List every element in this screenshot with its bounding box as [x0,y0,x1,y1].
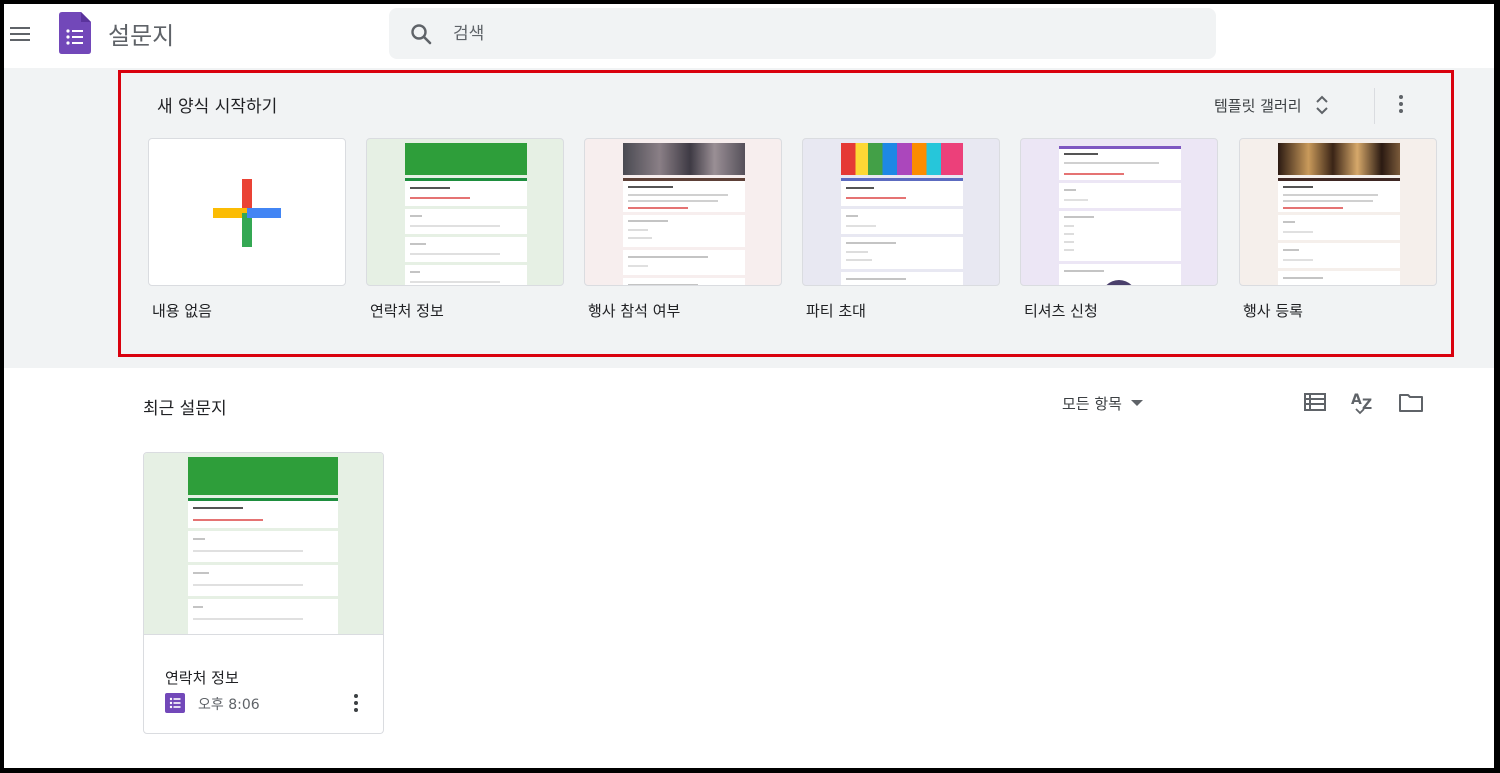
dropdown-arrow-icon [1130,400,1143,406]
top-bar: 설문지 [4,4,1494,68]
template-label: 내용 없음 [152,302,212,320]
template-thumbnail [366,138,564,286]
template-label: 행사 등록 [1243,302,1303,320]
recent-section-title: 최근 설문지 [143,399,227,419]
hamburger-menu-icon[interactable] [8,22,32,46]
form-preview [405,143,527,285]
template-event-rsvp[interactable]: 행사 참석 여부 [584,138,782,321]
template-gallery-button[interactable]: 템플릿 갤러리 [1214,90,1330,120]
search-input[interactable] [453,8,1193,59]
template-gallery-label: 템플릿 갤러리 [1214,96,1302,115]
template-party-invite[interactable]: 파티 초대 [802,138,1000,321]
form-modified-time: 오후 8:06 [198,697,260,713]
more-vert-icon[interactable] [344,691,368,715]
plus-icon [213,179,281,247]
owner-filter-dropdown[interactable]: 모든 항목 [1062,391,1144,415]
template-contact-info[interactable]: 연락처 정보 [366,138,564,321]
template-label: 티셔츠 신청 [1024,302,1098,320]
template-tshirt-signup[interactable]: 티셔츠 신청 [1020,138,1218,321]
template-thumbnail [1020,138,1218,286]
template-label: 연락처 정보 [370,302,444,320]
sort-az-icon[interactable]: A Z [1350,389,1376,415]
search-icon[interactable] [409,22,433,46]
template-thumbnail [802,138,1000,286]
svg-text:A: A [1351,392,1362,408]
more-vert-icon[interactable] [1389,92,1413,116]
app-title[interactable]: 설문지 [108,16,174,51]
template-section-title: 새 양식 시작하기 [157,97,278,117]
form-preview [188,457,338,634]
template-blank[interactable]: 내용 없음 [148,138,346,321]
form-preview [623,143,745,285]
form-preview [1059,143,1181,285]
forms-logo-icon[interactable] [59,12,91,54]
list-view-icon[interactable] [1302,389,1328,415]
folder-icon[interactable] [1398,389,1424,415]
form-name: 연락처 정보 [165,669,239,687]
recent-form-card[interactable]: 연락처 정보 오후 8:06 [143,452,384,734]
form-preview [841,143,963,285]
template-label: 행사 참석 여부 [588,302,681,320]
divider [1374,88,1375,124]
template-label: 파티 초대 [806,302,866,320]
unfold-icon [1315,95,1328,115]
app-window: 설문지 새 양식 시작하기 템플릿 갤러리 [4,4,1494,768]
template-thumbnail [584,138,782,286]
owner-filter-label: 모든 항목 [1062,394,1122,413]
form-thumbnail [144,453,383,635]
template-event-registration[interactable]: 행사 등록 [1239,138,1437,321]
search-box[interactable] [389,8,1216,59]
template-thumbnail [148,138,346,286]
form-preview [1278,143,1400,285]
forms-icon [165,693,185,713]
template-thumbnail [1239,138,1437,286]
